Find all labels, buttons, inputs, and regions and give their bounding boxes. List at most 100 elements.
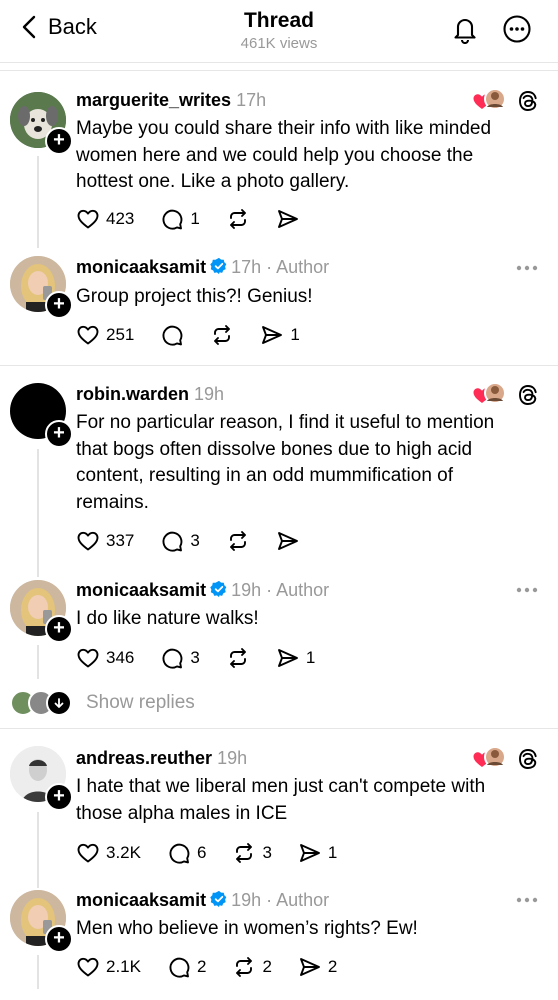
timestamp: 19h [194,384,225,404]
share-count: 1 [290,325,300,344]
send-icon [276,207,300,231]
follow-plus-icon[interactable]: + [45,420,73,448]
send-icon [276,529,300,553]
heart-icon [76,955,100,979]
reply-count: 3 [190,648,200,667]
repost-icon [232,841,256,865]
follow-plus-icon[interactable]: + [45,783,73,811]
send-icon [298,841,322,865]
like-button[interactable]: 423 [76,207,134,231]
send-icon [298,955,322,979]
share-button[interactable]: 1 [298,841,337,865]
like-count: 346 [106,648,135,667]
threads-logo-icon [516,747,540,771]
repost-button[interactable] [226,646,250,670]
post-actions: 423 1 [76,207,326,231]
post-actions: 2.1K 2 2 2 [76,955,363,979]
timestamp: 17h [231,257,262,277]
reply-button[interactable]: 1 [160,207,200,231]
bell-icon[interactable] [450,14,480,44]
post-meta: monicaaksamit 17h · Author [76,257,329,278]
timestamp: 19h [231,890,262,910]
reply-button[interactable] [160,323,184,347]
post-actions: 346 3 1 [76,646,341,670]
timestamp: 19h [231,580,262,600]
send-icon [276,646,300,670]
liked-by-author-icon [472,88,506,112]
repost-icon [232,955,256,979]
share-button[interactable] [276,207,300,231]
username[interactable]: monicaaksamit [76,890,206,910]
post-text: I do like nature walks! [76,608,259,629]
comment-icon [160,529,184,553]
share-count: 2 [327,957,338,976]
divider [0,365,558,366]
repost-button[interactable] [226,529,250,553]
repost-icon [226,207,250,231]
like-count: 337 [106,531,135,550]
post-meta: monicaaksamit 19h · Author [76,890,329,911]
like-button[interactable]: 346 [76,646,134,670]
like-button[interactable]: 337 [76,529,134,553]
reply-count: 1 [190,209,200,228]
show-replies-label: Show replies [86,692,195,713]
repost-button[interactable] [210,323,234,347]
like-count: 2.1K [106,957,141,976]
username[interactable]: monicaaksamit [76,580,206,600]
reply-button[interactable]: 3 [160,529,200,553]
post-meta: monicaaksamit 19h · Author [76,580,329,601]
like-button[interactable]: 3.2K [76,841,141,865]
more-options-icon[interactable] [502,14,532,44]
username[interactable]: andreas.reuther [76,748,212,768]
comment-icon [160,323,184,347]
post-text: Maybe you could share their info with li… [76,118,492,192]
share-button[interactable]: 1 [276,646,315,670]
thread-line [37,156,39,248]
share-button[interactable]: 2 [298,955,337,979]
post-meta: andreas.reuther 19h [76,748,247,769]
comment-icon [167,955,191,979]
reply-button[interactable]: 3 [160,646,200,670]
repost-button[interactable]: 2 [232,955,272,979]
username[interactable]: marguerite_writes [76,90,231,110]
share-button[interactable]: 1 [260,323,300,347]
like-button[interactable]: 2.1K [76,955,141,979]
reply-button[interactable]: 6 [167,841,206,865]
share-button[interactable] [276,529,300,553]
more-dots-icon[interactable] [516,264,538,272]
post-text: I hate that we liberal men just can't co… [76,776,486,824]
share-count: 1 [327,843,338,862]
follow-plus-icon[interactable]: + [45,127,73,155]
comment-icon [160,207,184,231]
reply-count: 3 [190,531,200,550]
author-tag: · Author [261,257,330,277]
show-replies-button[interactable]: Show replies [10,690,195,716]
heart-icon [76,323,100,347]
repost-icon [226,529,250,553]
username[interactable]: robin.warden [76,384,189,404]
thread-line [37,812,39,888]
reply-count: 2 [196,957,207,976]
timestamp: 19h [217,748,248,768]
reply-button[interactable]: 2 [167,955,206,979]
follow-plus-icon[interactable]: + [45,615,73,643]
more-dots-icon[interactable] [516,586,538,594]
post-meta: robin.warden 19h [76,384,224,405]
repost-icon [210,323,234,347]
like-button[interactable]: 251 [76,323,134,347]
thread-header: Back Thread 461K views [0,0,558,63]
repost-button[interactable]: 3 [232,841,272,865]
heart-icon [76,841,100,865]
more-dots-icon[interactable] [516,896,538,904]
send-icon [260,323,284,347]
post-meta: marguerite_writes 17h [76,90,266,111]
follow-plus-icon[interactable]: + [45,291,73,319]
repost-icon [226,646,250,670]
heart-icon [76,646,100,670]
post-actions: 337 3 [76,529,326,553]
username[interactable]: monicaaksamit [76,257,206,277]
post-actions: 3.2K 6 3 1 [76,841,363,865]
follow-plus-icon[interactable]: + [45,925,73,953]
repost-button[interactable] [226,207,250,231]
liked-by-author-icon [472,746,506,770]
